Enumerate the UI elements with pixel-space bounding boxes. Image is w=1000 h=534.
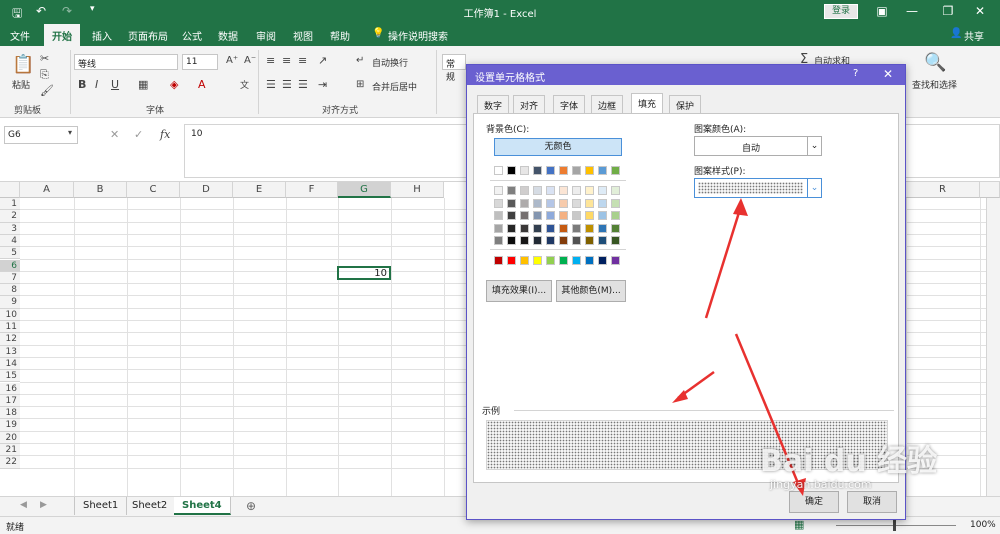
arrow-head bbox=[733, 198, 748, 216]
watermark-logo: Bai du 经验 bbox=[760, 444, 938, 479]
watermark-url: jingyan.baidu.com bbox=[770, 478, 872, 491]
arrow-to-pattern-style bbox=[704, 205, 743, 319]
